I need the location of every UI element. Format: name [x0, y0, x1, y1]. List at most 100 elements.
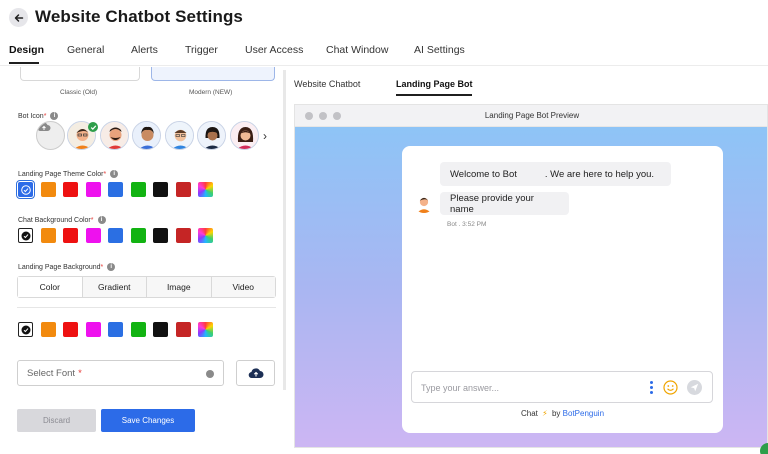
- chat-answer-input[interactable]: [421, 380, 621, 396]
- chat-bg-color-label: Chat Background Color * i: [18, 216, 106, 224]
- checkmark-circle-icon: [21, 325, 30, 334]
- chat-bg-swatch-blue[interactable]: [108, 228, 123, 243]
- layout-modern-label: Modern (NEW): [189, 89, 233, 96]
- chat-bg-swatch-red[interactable]: [63, 228, 78, 243]
- landing-bg-swatch-magenta[interactable]: [86, 322, 101, 337]
- bot-avatar-option-2[interactable]: [100, 121, 129, 150]
- emoji-button[interactable]: [663, 380, 678, 395]
- bot-message-welcome: Welcome to Bot . We are here to help you…: [440, 162, 671, 186]
- upload-bot-icon-button[interactable]: [36, 121, 65, 150]
- landing-bg-option-video[interactable]: Video: [210, 277, 275, 297]
- landing-bg-swatch-green[interactable]: [131, 322, 146, 337]
- chat-input-bar: [411, 371, 713, 403]
- help-widget-button[interactable]: [760, 443, 768, 454]
- bot-avatar-glasses-icon: [414, 193, 434, 213]
- chat-bg-selected-swatch[interactable]: [18, 228, 33, 243]
- bot-avatar-cap-icon: [166, 122, 193, 149]
- theme-color-selected-swatch[interactable]: [16, 180, 35, 199]
- theme-color-swatch-blue[interactable]: [108, 182, 123, 197]
- brand-link[interactable]: BotPenguin: [563, 409, 604, 418]
- bot-avatar-curly-icon: [133, 122, 160, 149]
- landing-bg-custom-picker[interactable]: [198, 322, 213, 337]
- bot-message-ask-name: Please provide your name: [440, 192, 569, 215]
- landing-bg-swatch-red[interactable]: [63, 322, 78, 337]
- active-tab-indicator: [9, 62, 39, 64]
- arrow-left-icon: [14, 13, 23, 22]
- tab-general[interactable]: General: [67, 44, 104, 56]
- lightning-icon: ⚡: [542, 409, 548, 418]
- landing-bg-swatch-darkred[interactable]: [176, 322, 191, 337]
- upload-font-button[interactable]: [236, 360, 275, 386]
- tab-landing-page-bot[interactable]: Landing Page Bot: [396, 79, 473, 89]
- settings-tabs: Design General Alerts Trigger User Acces…: [0, 40, 768, 66]
- theme-color-swatch-orange[interactable]: [41, 182, 56, 197]
- theme-color-swatch-green[interactable]: [131, 182, 146, 197]
- layout-option-modern[interactable]: [151, 67, 275, 81]
- chat-bg-swatch-green[interactable]: [131, 228, 146, 243]
- info-icon[interactable]: i: [97, 216, 106, 224]
- bot-avatar-option-5[interactable]: [197, 121, 226, 150]
- send-button[interactable]: [687, 380, 702, 395]
- bot-avatar-beard-icon: [101, 122, 128, 149]
- send-icon: [690, 383, 699, 392]
- landing-bg-option-color[interactable]: Color: [18, 277, 82, 297]
- chat-bg-swatch-black[interactable]: [153, 228, 168, 243]
- emoji-icon: [663, 380, 678, 395]
- info-icon[interactable]: i: [50, 112, 59, 120]
- left-panel-scrollbar[interactable]: [283, 70, 286, 390]
- back-button[interactable]: [9, 8, 28, 27]
- info-icon[interactable]: i: [110, 170, 119, 178]
- font-select[interactable]: Select Font *: [17, 360, 224, 386]
- more-options-icon[interactable]: [650, 381, 653, 395]
- layout-classic-label: Classic (Old): [60, 89, 98, 96]
- bot-avatar-woman-icon: [198, 122, 225, 149]
- section-divider: [17, 307, 276, 308]
- theme-color-swatch-magenta[interactable]: [86, 182, 101, 197]
- landing-bg-option-image[interactable]: Image: [146, 277, 211, 297]
- landing-bg-type-selector: Color Gradient Image Video: [17, 276, 276, 298]
- chat-bg-swatch-orange[interactable]: [41, 228, 56, 243]
- cloud-upload-icon: [37, 122, 51, 132]
- landing-bg-swatch-black[interactable]: [153, 322, 168, 337]
- bot-avatar-option-4[interactable]: [165, 121, 194, 150]
- tab-design[interactable]: Design: [9, 44, 44, 56]
- landing-bg-swatch-orange[interactable]: [41, 322, 56, 337]
- info-icon[interactable]: [206, 370, 214, 378]
- discard-button[interactable]: Discard: [17, 409, 96, 432]
- active-preview-tab-indicator: [396, 94, 472, 96]
- tab-ai-settings[interactable]: AI Settings: [414, 44, 465, 56]
- theme-color-custom-picker[interactable]: [198, 182, 213, 197]
- landing-bg-selected-swatch[interactable]: [18, 322, 33, 337]
- chat-bg-swatch-darkred[interactable]: [176, 228, 191, 243]
- chevron-right-icon[interactable]: ›: [263, 129, 267, 143]
- theme-color-swatch-red[interactable]: [63, 182, 78, 197]
- tab-user-access[interactable]: User Access: [245, 44, 303, 56]
- page-title: Website Chatbot Settings: [35, 7, 243, 26]
- bot-avatar-option-3[interactable]: [132, 121, 161, 150]
- bot-avatar-option-6[interactable]: [230, 121, 259, 150]
- app-root: Website Chatbot Settings Design General …: [0, 0, 768, 454]
- theme-color-swatch-darkred[interactable]: [176, 182, 191, 197]
- save-changes-button[interactable]: Save Changes: [101, 409, 195, 432]
- chat-bg-custom-picker[interactable]: [198, 228, 213, 243]
- selected-check-icon: [88, 122, 98, 132]
- landing-bg-option-gradient[interactable]: Gradient: [81, 277, 146, 297]
- preview-title-bar: Landing Page Bot Preview: [295, 105, 767, 127]
- landing-bg-swatch-blue[interactable]: [108, 322, 123, 337]
- theme-color-swatch-black[interactable]: [153, 182, 168, 197]
- chat-bg-swatch-magenta[interactable]: [86, 228, 101, 243]
- tab-alerts[interactable]: Alerts: [131, 44, 158, 56]
- message-timestamp: Bot . 3:52 PM: [447, 221, 487, 228]
- tab-chat-window[interactable]: Chat Window: [326, 44, 388, 56]
- bot-avatar-longhair-icon: [231, 122, 258, 149]
- design-settings-panel: Classic (Old) Modern (NEW) Bot Icon* i: [0, 67, 288, 454]
- info-icon[interactable]: i: [107, 263, 116, 271]
- tab-trigger[interactable]: Trigger: [185, 44, 218, 56]
- cloud-upload-icon: [248, 368, 263, 379]
- powered-by-footer: Chat ⚡ by BotPenguin: [520, 409, 605, 418]
- page-header: Website Chatbot Settings: [0, 0, 768, 36]
- layout-option-classic[interactable]: [20, 67, 140, 81]
- preview-tabs: Website Chatbot Landing Page Bot: [288, 67, 768, 97]
- tab-website-chatbot[interactable]: Website Chatbot: [294, 79, 360, 89]
- preview-window-title: Landing Page Bot Preview: [484, 111, 580, 120]
